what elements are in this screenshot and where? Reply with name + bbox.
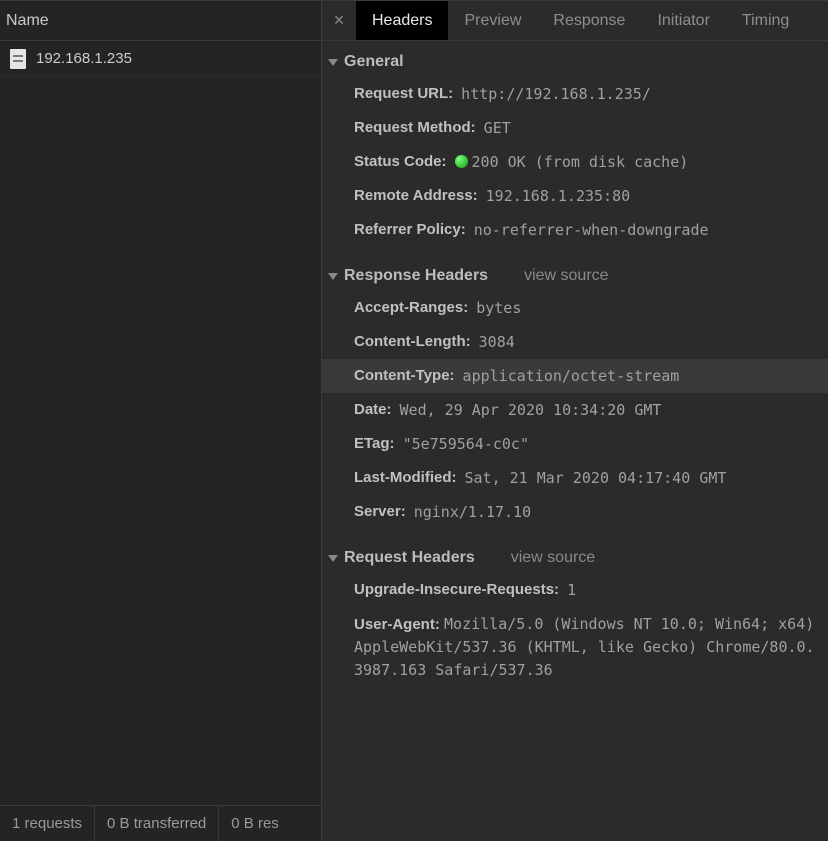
value: http://192.168.1.235/ bbox=[461, 83, 651, 105]
value: 200 OK (from disk cache) bbox=[455, 151, 689, 173]
chevron-down-icon bbox=[328, 59, 338, 66]
section-response-header[interactable]: Response Headers view source bbox=[322, 265, 828, 291]
value: Sat, 21 Mar 2020 04:17:40 GMT bbox=[465, 467, 727, 489]
general-referrer-policy: Referrer Policy: no-referrer-when-downgr… bbox=[322, 213, 828, 247]
status-ok-icon bbox=[455, 155, 468, 168]
details-tabs: × Headers Preview Response Initiator Tim… bbox=[322, 0, 828, 41]
request-upgrade-insecure: Upgrade-Insecure-Requests: 1 bbox=[322, 573, 828, 607]
request-name: 192.168.1.235 bbox=[36, 50, 132, 67]
value: bytes bbox=[476, 297, 521, 319]
response-content-type: Content-Type: application/octet-stream bbox=[322, 359, 828, 393]
section-general-title: General bbox=[344, 53, 404, 71]
general-status-code: Status Code: 200 OK (from disk cache) bbox=[322, 145, 828, 179]
tab-response[interactable]: Response bbox=[537, 1, 641, 40]
status-requests-count: 1 requests bbox=[0, 806, 95, 841]
section-request-headers: Request Headers view source Upgrade-Inse… bbox=[322, 537, 828, 696]
response-etag: ETag: "5e759564-c0c" bbox=[322, 427, 828, 461]
request-list: 192.168.1.235 bbox=[0, 41, 321, 805]
value: Wed, 29 Apr 2020 10:34:20 GMT bbox=[400, 399, 662, 421]
chevron-down-icon bbox=[328, 273, 338, 280]
general-request-method: Request Method: GET bbox=[322, 111, 828, 145]
label: Date: bbox=[354, 399, 392, 421]
value: application/octet-stream bbox=[463, 365, 680, 387]
response-date: Date: Wed, 29 Apr 2020 10:34:20 GMT bbox=[322, 393, 828, 427]
document-icon bbox=[10, 49, 26, 69]
section-general-header[interactable]: General bbox=[322, 51, 828, 77]
response-server: Server: nginx/1.17.10 bbox=[322, 495, 828, 529]
label: Accept-Ranges: bbox=[354, 297, 468, 319]
headers-details: General Request URL: http://192.168.1.23… bbox=[322, 41, 828, 841]
label: Upgrade-Insecure-Requests: bbox=[354, 579, 559, 601]
general-remote-address: Remote Address: 192.168.1.235:80 bbox=[322, 179, 828, 213]
section-request-header[interactable]: Request Headers view source bbox=[322, 547, 828, 573]
tab-preview[interactable]: Preview bbox=[448, 1, 537, 40]
chevron-down-icon bbox=[328, 555, 338, 562]
response-accept-ranges: Accept-Ranges: bytes bbox=[322, 291, 828, 325]
status-transferred: 0 B transferred bbox=[95, 806, 219, 841]
status-bar: 1 requests 0 B transferred 0 B res bbox=[0, 805, 321, 841]
label: Request Method: bbox=[354, 117, 476, 139]
value: 192.168.1.235:80 bbox=[486, 185, 631, 207]
label: Last-Modified: bbox=[354, 467, 457, 489]
response-last-modified: Last-Modified: Sat, 21 Mar 2020 04:17:40… bbox=[322, 461, 828, 495]
label: Request URL: bbox=[354, 83, 453, 105]
value: 1 bbox=[567, 579, 576, 601]
status-resources: 0 B res bbox=[219, 806, 291, 841]
label: ETag: bbox=[354, 433, 395, 455]
value: no-referrer-when-downgrade bbox=[474, 219, 709, 241]
value: nginx/1.17.10 bbox=[414, 501, 531, 523]
tab-initiator[interactable]: Initiator bbox=[641, 1, 725, 40]
view-source-link[interactable]: view source bbox=[511, 549, 595, 567]
section-response-headers: Response Headers view source Accept-Rang… bbox=[322, 255, 828, 537]
value: GET bbox=[484, 117, 511, 139]
request-user-agent: User-Agent: Mozilla/5.0 (Windows NT 10.0… bbox=[322, 607, 828, 688]
close-icon[interactable]: × bbox=[322, 1, 356, 40]
tab-timing[interactable]: Timing bbox=[726, 1, 805, 40]
request-details-panel: × Headers Preview Response Initiator Tim… bbox=[322, 0, 828, 841]
section-general: General Request URL: http://192.168.1.23… bbox=[322, 41, 828, 255]
response-content-length: Content-Length: 3084 bbox=[322, 325, 828, 359]
value: 3084 bbox=[479, 331, 515, 353]
view-source-link[interactable]: view source bbox=[524, 267, 608, 285]
column-header-name[interactable]: Name bbox=[0, 0, 321, 41]
label: Status Code: bbox=[354, 151, 447, 173]
label: User-Agent: bbox=[354, 616, 440, 633]
request-row[interactable]: 192.168.1.235 bbox=[0, 41, 321, 77]
label: Referrer Policy: bbox=[354, 219, 466, 241]
label: Remote Address: bbox=[354, 185, 478, 207]
tab-headers[interactable]: Headers bbox=[356, 1, 448, 40]
general-request-url: Request URL: http://192.168.1.235/ bbox=[322, 77, 828, 111]
network-request-list-panel: Name 192.168.1.235 1 requests 0 B transf… bbox=[0, 0, 322, 841]
label: Content-Length: bbox=[354, 331, 471, 353]
section-request-title: Request Headers bbox=[344, 549, 475, 567]
label: Content-Type: bbox=[354, 365, 455, 387]
section-response-title: Response Headers bbox=[344, 267, 488, 285]
label: Server: bbox=[354, 501, 406, 523]
value: "5e759564-c0c" bbox=[403, 433, 529, 455]
